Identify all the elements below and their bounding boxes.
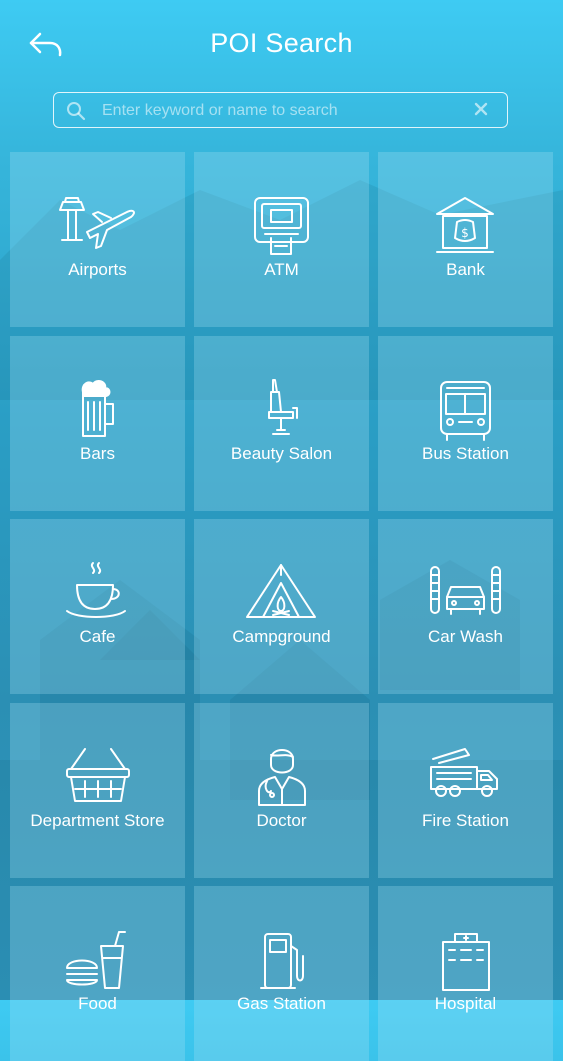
- salon-chair-icon: [268, 379, 298, 435]
- car-wash-icon: [430, 566, 501, 615]
- category-tile-beauty-salon[interactable]: Beauty Salon: [194, 336, 369, 511]
- category-label: Bars: [80, 444, 115, 463]
- category-label: Airports: [68, 260, 127, 279]
- category-label: Gas Station: [237, 994, 326, 1013]
- search-input[interactable]: [100, 93, 464, 128]
- doctor-icon: [258, 749, 306, 806]
- category-tile-fire-station[interactable]: Fire Station: [378, 703, 553, 878]
- page-title: POI Search: [210, 28, 353, 58]
- bank-icon: $: [436, 197, 494, 253]
- category-label: Campground: [232, 627, 331, 646]
- category-tile-airports[interactable]: Airports: [10, 152, 185, 327]
- category-tile-gas-station[interactable]: Gas Station: [194, 886, 369, 1061]
- category-label: Fire Station: [422, 811, 509, 830]
- category-label: Hospital: [434, 994, 497, 1013]
- category-label: Doctor: [256, 811, 307, 830]
- category-label: Car Wash: [428, 627, 503, 646]
- hospital-icon: [442, 933, 490, 991]
- category-tile-campground[interactable]: Campground: [194, 519, 369, 694]
- bus-icon: [440, 381, 491, 441]
- category-label: Bus Station: [422, 444, 509, 463]
- category-tile-bank[interactable]: $ Bank: [378, 152, 553, 327]
- category-label: Beauty Salon: [230, 444, 333, 463]
- coffee-cup-icon: [66, 562, 126, 618]
- category-label: Cafe: [79, 627, 116, 646]
- category-tile-atm[interactable]: ATM: [194, 152, 369, 327]
- svg-text:$: $: [461, 226, 469, 240]
- category-tile-hospital[interactable]: Hospital: [378, 886, 553, 1061]
- category-label: Department Store: [30, 811, 165, 830]
- header: POI Search: [0, 0, 563, 90]
- category-tile-department-store[interactable]: Department Store: [10, 703, 185, 878]
- category-tile-food[interactable]: Food: [10, 886, 185, 1061]
- category-label: Food: [78, 994, 117, 1013]
- category-tile-doctor[interactable]: Doctor: [194, 703, 369, 878]
- tent-icon: [246, 564, 316, 618]
- shopping-basket-icon: [66, 748, 130, 802]
- search-icon: [67, 102, 86, 121]
- clear-icon[interactable]: [473, 101, 489, 117]
- category-tile-cafe[interactable]: Cafe: [10, 519, 185, 694]
- category-label: Bank: [446, 260, 485, 279]
- fire-truck-icon: [430, 748, 498, 797]
- category-tile-bars[interactable]: Bars: [10, 336, 185, 511]
- category-tile-bus-station[interactable]: Bus Station: [378, 336, 553, 511]
- fuel-pump-icon: [260, 933, 304, 989]
- search-bar: [53, 92, 508, 128]
- fast-food-icon: [66, 931, 126, 989]
- atm-icon: [254, 197, 309, 255]
- beer-mug-icon: [81, 380, 114, 437]
- category-label: ATM: [264, 260, 299, 279]
- category-tile-car-wash[interactable]: Car Wash: [378, 519, 553, 694]
- airport-icon: [59, 197, 135, 249]
